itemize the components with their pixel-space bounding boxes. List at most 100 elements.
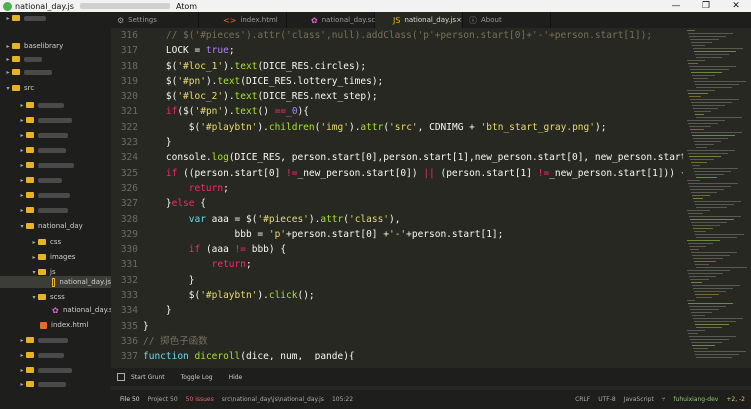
blurred-path — [79, 3, 170, 9]
minimap-line — [696, 297, 712, 298]
grammar[interactable]: JavaScript — [624, 396, 654, 403]
code-line[interactable]: } — [143, 273, 683, 288]
tab-label: index.html — [240, 16, 278, 24]
folder-icon — [12, 43, 20, 49]
minimap-line — [694, 351, 746, 352]
tree-item[interactable]: ▸ — [18, 378, 66, 390]
code-line[interactable]: if (aaa != bbb) { — [143, 242, 683, 257]
tab-national-day-js[interactable]: JS national_day.js × — [375, 12, 463, 28]
line-number: 325 — [120, 167, 138, 179]
code-line[interactable]: $('#playbtn').click(); — [143, 288, 683, 303]
code-line[interactable]: return; — [143, 181, 683, 196]
minimap-line — [692, 225, 720, 226]
close-button[interactable]: ✕ — [721, 1, 751, 11]
tree-item-images[interactable]: ▸ images — [30, 251, 75, 263]
code-line[interactable]: } — [143, 319, 683, 334]
tree-item[interactable]: ▸ — [18, 114, 72, 126]
code-line[interactable]: // 掷色子函数 — [143, 334, 683, 349]
code-line[interactable]: return; — [143, 257, 683, 272]
minimap-line — [688, 333, 698, 334]
file-path[interactable]: src\national_day\js\national_day.js — [222, 396, 324, 403]
code-line[interactable]: console.log(DICE_RES, person.start[0],pe… — [143, 150, 683, 165]
minimap-line — [690, 339, 729, 340]
minimap-line — [690, 279, 709, 280]
panel-toggle-icon[interactable] — [117, 373, 125, 381]
maximize-button[interactable]: ❐ — [691, 1, 721, 11]
code-line[interactable]: // $('#pieces').attr('class',null).addCl… — [143, 28, 683, 43]
tree-item[interactable]: ▸ — [18, 159, 74, 171]
tree-item[interactable]: ▸ — [18, 189, 70, 201]
code-line[interactable]: LOCK = true; — [143, 43, 683, 58]
code-line[interactable]: } — [143, 135, 683, 150]
code-line[interactable]: function diceroll(dice, num, _pande){ — [143, 349, 683, 360]
tree-item[interactable]: ▸ — [18, 174, 62, 186]
tree-item[interactable]: ▸ — [18, 334, 68, 346]
tree-item[interactable]: ▸ — [4, 66, 52, 78]
code-line[interactable]: if($('#pn').text() ==_0){ — [143, 104, 683, 119]
file-lint-tab[interactable]: File 50 — [120, 396, 140, 403]
start-grunt-button[interactable]: Start Grunt — [131, 374, 165, 381]
cursor-position[interactable]: 105:22 — [332, 396, 353, 403]
code-line[interactable]: var aaa = $('#pieces').attr('class'), — [143, 212, 683, 227]
tree-item[interactable]: ▸ — [18, 204, 68, 216]
tree-item[interactable]: ▸ — [18, 129, 68, 141]
minimap-line — [691, 342, 722, 343]
close-icon[interactable]: × — [456, 16, 462, 24]
code-line[interactable]: } — [143, 303, 683, 318]
tree-item[interactable]: ▸ — [4, 53, 42, 65]
line-number: 324 — [120, 152, 138, 164]
code-line[interactable]: $('#pn').text(DICE_RES.lottery_times); — [143, 74, 683, 89]
minimap-line — [687, 300, 695, 301]
line-ending[interactable]: CRLF — [575, 396, 590, 403]
tree-item[interactable]: ▸ — [18, 144, 66, 156]
chevron-right-icon: ▸ — [20, 101, 24, 109]
tree-item[interactable]: ▸ — [18, 364, 72, 376]
folder-icon — [26, 352, 34, 358]
tree-item-national-day-scss[interactable]: ✿ national_day.scss — [52, 304, 111, 316]
issues-count[interactable]: 50 issues — [186, 396, 214, 403]
blurred-label — [38, 207, 68, 213]
tab-about[interactable]: ⓘ About — [463, 12, 551, 28]
minimap[interactable] — [683, 28, 751, 360]
minimap-line — [694, 111, 711, 112]
minimap-line — [695, 354, 739, 355]
code-line[interactable]: if ((person.start[0] !=_new_person.start… — [143, 166, 683, 181]
chevron-right-icon: ▸ — [20, 116, 24, 124]
code-line[interactable]: $('#loc_1').text(DICE_RES.circles); — [143, 59, 683, 74]
minimap-line — [687, 150, 735, 151]
minimap-line — [691, 132, 742, 133]
minimap-line — [694, 231, 706, 232]
tab-settings[interactable]: ⚙ Settings — [111, 12, 199, 28]
tree-item-scss[interactable]: ▾ scss — [30, 291, 64, 303]
tree-item[interactable]: ▸ — [18, 99, 64, 111]
folder-icon — [26, 192, 34, 198]
chevron-down-icon: ▾ — [32, 268, 36, 276]
line-number: 330 — [120, 244, 138, 256]
minimize-button[interactable]: — — [661, 1, 691, 11]
tree-item-index-html[interactable]: index.html — [40, 319, 88, 331]
hide-button[interactable]: Hide — [229, 374, 243, 381]
minimap-line — [688, 183, 738, 184]
code-line[interactable]: $('#playbtn').children('img').attr('src'… — [143, 120, 683, 135]
code-line[interactable]: $('#loc_2').text(DICE_RES.next_step); — [143, 89, 683, 104]
code-line[interactable]: bbb = 'p'+person.start[0] +'-'+person.st… — [143, 227, 683, 242]
tree-item-css[interactable]: ▸ css — [30, 236, 61, 248]
tree-item-national-day[interactable]: ▾ national_day — [18, 220, 82, 232]
folder-icon — [26, 162, 34, 168]
tree-item[interactable]: ▸ — [4, 12, 46, 24]
tab-national-day-scss[interactable]: ✿ national_day.scss — [287, 12, 382, 28]
tree-item-national-day-js[interactable]: national_day.js — [0, 276, 111, 288]
tree-item-src[interactable]: ▾ src — [4, 82, 34, 94]
code-line[interactable]: }else { — [143, 196, 683, 211]
line-number: 316 — [120, 30, 138, 41]
tab-index-html[interactable]: <> index.html — [199, 12, 287, 28]
tree-item[interactable]: ▸ — [18, 349, 64, 361]
code-editor[interactable]: // $('#pieces').attr('class',null).addCl… — [143, 28, 683, 360]
project-lint-tab[interactable]: Project 50 — [148, 396, 178, 403]
tree-item-baselibrary[interactable]: ▸ baselibrary — [4, 40, 63, 52]
toggle-log-button[interactable]: Toggle Log — [181, 374, 213, 381]
minimap-line — [695, 84, 739, 85]
encoding[interactable]: UTF-8 — [598, 396, 616, 403]
git-branch[interactable]: fuhuixiang-dev — [673, 396, 718, 403]
html-file-icon: <> — [223, 15, 237, 25]
